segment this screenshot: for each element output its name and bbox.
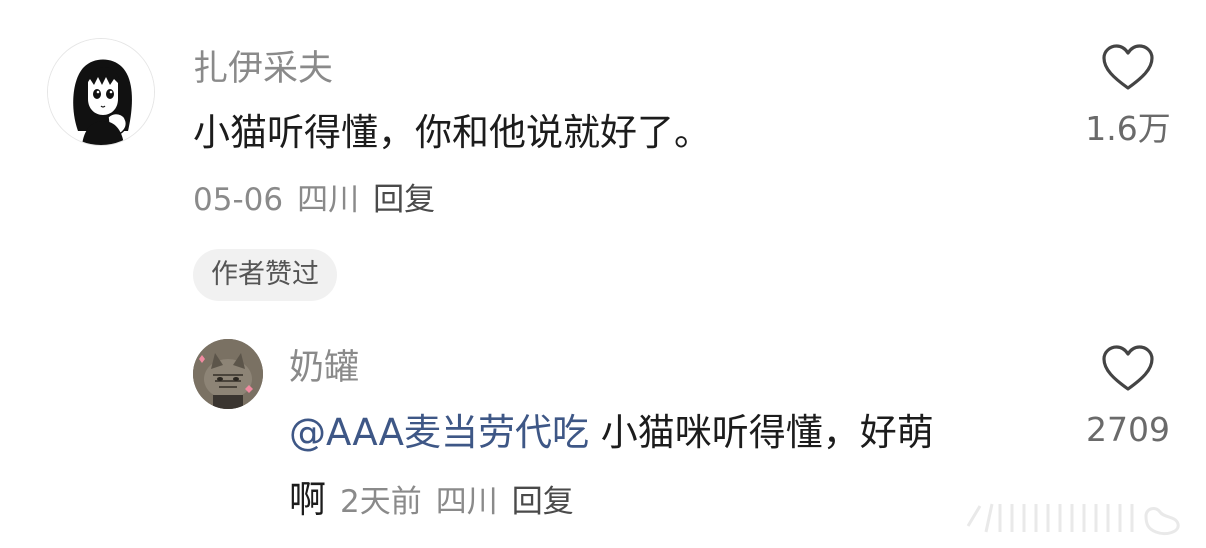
reply-user-avatar[interactable] [193,339,263,409]
reply-location: 四川 [435,484,498,520]
reply-like-count: 2709 [1086,410,1170,449]
reply-username[interactable]: 奶罐 [289,351,359,386]
watermark-icon [966,503,1180,536]
author-liked-badge: 作者赞过 [193,249,337,301]
comment-username[interactable]: 扎伊采夫 [193,52,333,87]
reply-button[interactable]: 回复 [373,182,435,218]
reply-text-line: @AAA麦当劳代吃 小猫咪听得懂，好萌 [289,414,934,451]
comment-date: 05-06 [193,182,284,218]
heart-outline-icon[interactable] [1100,343,1156,393]
user-avatar[interactable] [47,38,155,146]
comment-meta: 05-06 四川 回复 [193,185,435,216]
reply-text: 小猫咪听得懂，好萌 [589,411,934,454]
reply-reply-button[interactable]: 回复 [512,484,574,520]
reply-date: 2天前 [340,484,422,520]
like-count: 1.6万 [1085,109,1171,148]
anime-girl-avatar-icon [48,39,154,145]
reply-like-control: 2709 [1073,343,1183,446]
heart-outline-icon[interactable] [1100,42,1156,92]
reply-text-tail: 啊 [289,478,326,521]
mention-link[interactable]: @AAA麦当劳代吃 [289,411,589,454]
reply-text-continued: 啊 2天前 四川 回复 [289,481,574,518]
cat-avatar-icon [193,339,263,409]
comment-location: 四川 [297,182,360,218]
comment-text: 小猫听得懂，你和他说就好了。 [193,111,711,154]
like-control: 1.6万 [1073,42,1183,145]
comment-item: 扎伊采夫 小猫听得懂，你和他说就好了。 05-06 四川 回复 作者赞过 1.6万 [0,0,1206,320]
